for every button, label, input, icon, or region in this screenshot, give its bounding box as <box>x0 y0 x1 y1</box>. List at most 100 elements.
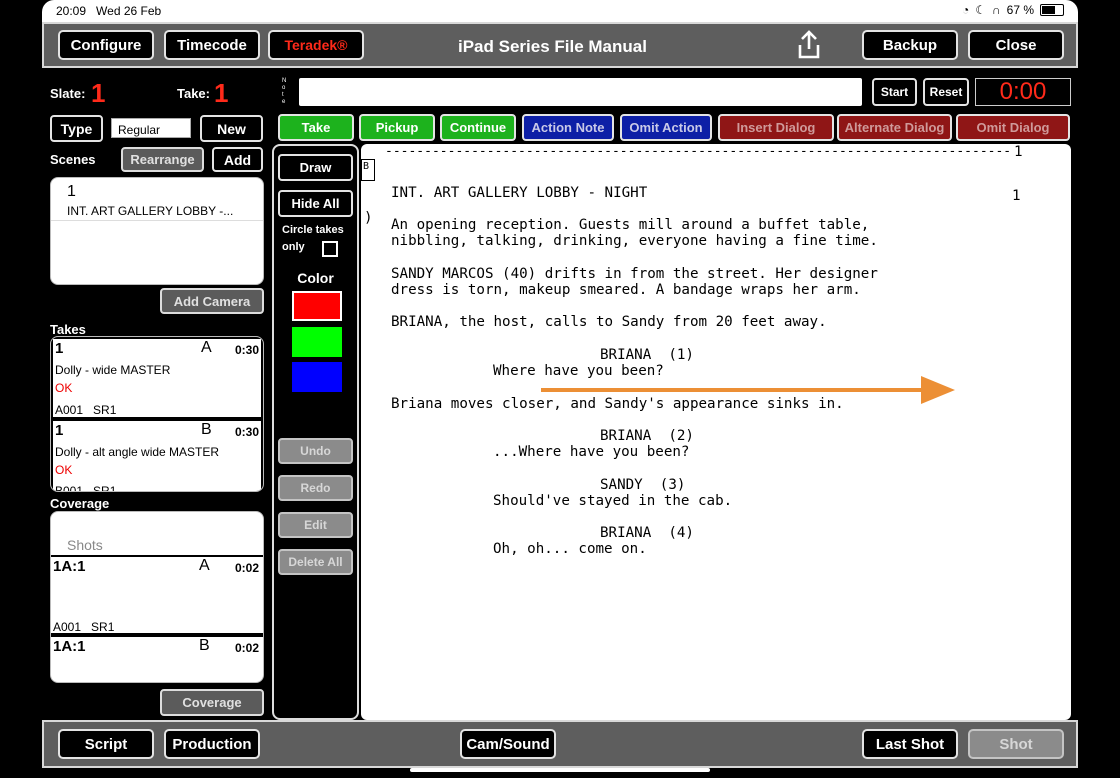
coverage-label: Coverage <box>50 496 110 511</box>
take-description: Dolly - wide MASTER <box>55 363 171 377</box>
take-value[interactable]: 1 <box>214 78 228 109</box>
color-swatch-blue[interactable] <box>292 362 342 392</box>
table-row[interactable]: 1 B 0:30 Dolly - alt angle wide MASTER O… <box>53 421 261 491</box>
start-button[interactable]: Start <box>872 78 917 106</box>
status-bar: 20:09 Wed 26 Feb ◔ ☾ ∩ 67 % <box>42 0 1078 22</box>
paren-marker: ) <box>364 210 373 226</box>
timecode-button[interactable]: Timecode <box>164 30 260 60</box>
new-button[interactable]: New <box>200 115 263 142</box>
script-tab-button[interactable]: Script <box>58 729 154 759</box>
delete-all-button[interactable]: Delete All <box>278 549 353 575</box>
scenes-list: 1 INT. ART GALLERY LOBBY -... <box>50 177 264 285</box>
teradek-button[interactable]: Teradek® <box>268 30 364 60</box>
omit-dialog-button[interactable]: Omit Dialog <box>956 114 1070 141</box>
scene-number: 1 <box>67 183 76 200</box>
dialog-line: Oh, oh... come on. <box>493 541 647 557</box>
add-scene-button[interactable]: Add <box>212 147 263 172</box>
table-row[interactable]: 1 A 0:30 Dolly - wide MASTER OK A001 SR1 <box>53 339 261 417</box>
camera-letter: A <box>199 557 210 574</box>
production-tab-button[interactable]: Production <box>164 729 260 759</box>
camera-letter: B <box>201 421 212 438</box>
character-line: BRIANA (4) <box>600 525 694 541</box>
action-line: BRIANA, the host, calls to Sandy from 20… <box>391 314 827 330</box>
alternate-dialog-button[interactable]: Alternate Dialog <box>837 114 952 141</box>
undo-button[interactable]: Undo <box>278 438 353 464</box>
last-shot-button[interactable]: Last Shot <box>862 729 958 759</box>
slate-label: Slate: <box>50 86 86 101</box>
circle-takes-label: Circle takes <box>282 224 344 236</box>
share-icon[interactable] <box>792 28 826 62</box>
shot-button[interactable]: Shot <box>968 729 1064 759</box>
backup-button[interactable]: Backup <box>862 30 958 60</box>
status-time: 20:09 Wed 26 Feb <box>56 4 162 18</box>
take-number: 1 <box>55 340 64 357</box>
omit-action-button[interactable]: Omit Action <box>620 114 712 141</box>
shot-duration: 0:02 <box>235 641 260 655</box>
wifi-icon: ◔ <box>962 3 970 17</box>
shots-label: Shots <box>67 537 103 553</box>
color-swatch-green[interactable] <box>292 327 342 357</box>
action-note-button[interactable]: Action Note <box>522 114 614 141</box>
draw-button[interactable]: Draw <box>278 154 353 181</box>
table-row[interactable]: 1A:1 B 0:02 <box>51 637 263 682</box>
action-line: An opening reception. Guests mill around… <box>391 217 870 233</box>
cam-sound-tab-button[interactable]: Cam/Sound <box>460 729 556 759</box>
list-item[interactable]: 1 INT. ART GALLERY LOBBY -... <box>51 178 263 221</box>
b-marker: B <box>361 159 375 181</box>
shot-id: 1A:1 <box>53 558 86 575</box>
take-label: Take: <box>177 86 210 101</box>
coverage-list: Shots 1A:1 A 0:02 A001 SR1 1A:1 B 0:02 <box>50 511 264 683</box>
action-line: dress is torn, makeup smeared. A bandage… <box>391 282 861 298</box>
take-status: OK <box>55 463 73 477</box>
coverage-button[interactable]: Coverage <box>160 689 264 716</box>
page-rule: ----------------------------------------… <box>385 144 1012 159</box>
redo-button[interactable]: Redo <box>278 475 353 501</box>
top-toolbar: Configure Timecode Teradek® iPad Series … <box>42 22 1078 68</box>
dialog-line: ...Where have you been? <box>493 444 690 460</box>
take-description: Dolly - alt angle wide MASTER <box>55 445 220 459</box>
color-swatch-red[interactable] <box>292 291 342 321</box>
slate-value[interactable]: 1 <box>91 78 105 109</box>
dialog-line: Should've stayed in the cab. <box>493 493 733 509</box>
shot-duration: 0:02 <box>235 561 260 575</box>
take-action-button[interactable]: Take <box>278 114 354 141</box>
rearrange-button[interactable]: Rearrange <box>121 147 204 172</box>
home-indicator <box>410 768 710 772</box>
character-line: SANDY (3) <box>600 477 686 493</box>
color-label: Color <box>297 270 334 286</box>
takes-label: Takes <box>50 322 86 337</box>
page-title: iPad Series File Manual <box>458 37 647 56</box>
bottom-toolbar: Script Production Cam/Sound Last Shot Sh… <box>42 720 1078 768</box>
configure-button[interactable]: Configure <box>58 30 154 60</box>
scene-number-right: 1 <box>1012 188 1021 204</box>
hide-all-button[interactable]: Hide All <box>278 190 353 217</box>
circle-takes-checkbox[interactable] <box>322 241 338 257</box>
takes-list: 1 A 0:30 Dolly - wide MASTER OK A001 SR1… <box>50 336 264 492</box>
action-line: SANDY MARCOS (40) drifts in from the str… <box>391 266 878 282</box>
take-roll: A001 SR1 <box>55 403 117 417</box>
character-line: BRIANA (1) <box>600 347 694 363</box>
drawing-tools-panel: Draw Hide All Circle takes only Color Un… <box>272 144 359 720</box>
close-button[interactable]: Close <box>968 30 1064 60</box>
reset-button[interactable]: Reset <box>923 78 969 106</box>
continue-button[interactable]: Continue <box>440 114 516 141</box>
type-button[interactable]: Type <box>50 115 103 142</box>
add-camera-button[interactable]: Add Camera <box>160 288 264 314</box>
scenes-label: Scenes <box>50 152 96 167</box>
page-number: 1 <box>1014 144 1023 160</box>
scene-heading: INT. ART GALLERY LOBBY -... <box>67 204 234 218</box>
edit-button[interactable]: Edit <box>278 512 353 538</box>
pickup-button[interactable]: Pickup <box>359 114 435 141</box>
note-input[interactable] <box>299 78 862 106</box>
action-line: nibbling, talking, drinking, everyone ha… <box>391 233 878 249</box>
insert-dialog-button[interactable]: Insert Dialog <box>718 114 834 141</box>
shot-id: 1A:1 <box>53 638 86 655</box>
script-page[interactable]: ----------------------------------------… <box>361 144 1071 720</box>
note-label: Note <box>282 78 287 105</box>
timer-display: 0:00 <box>975 78 1071 106</box>
character-line: BRIANA (2) <box>600 428 694 444</box>
status-icons: ◔ ☾ ∩ 67 % <box>962 3 1064 17</box>
type-field[interactable]: Regular <box>111 118 191 138</box>
battery-icon <box>1040 4 1064 16</box>
table-row[interactable]: 1A:1 A 0:02 A001 SR1 <box>51 557 263 634</box>
